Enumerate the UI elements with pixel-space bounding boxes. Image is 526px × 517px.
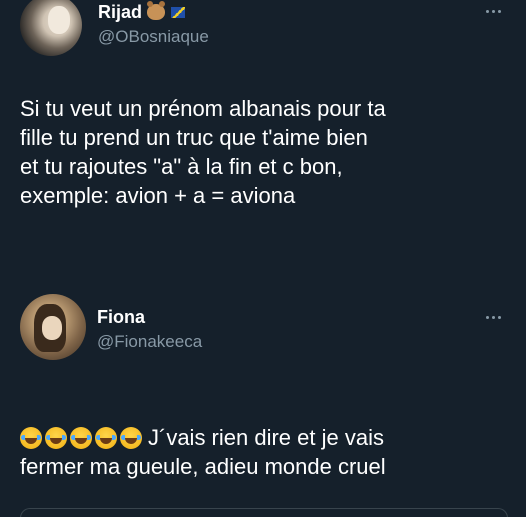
author-row: Fiona [97, 307, 145, 327]
avatar[interactable] [20, 294, 86, 360]
display-name[interactable]: Fiona [97, 307, 145, 327]
avatar[interactable] [20, 0, 82, 56]
tears-of-joy-icon [120, 427, 142, 449]
tweet-fiona[interactable]: Fiona @Fionakeeca J´vais rien dire et je… [0, 282, 526, 517]
bosnia-flag-icon [171, 6, 186, 18]
handle[interactable]: @Fionakeeca [97, 332, 202, 352]
avatar-face [42, 316, 62, 340]
quoted-card-edge [20, 508, 508, 517]
bear-face-icon [147, 1, 166, 20]
tears-of-joy-icon [20, 427, 42, 449]
tweet-text: Si tu veut un prénom albanais pour ta fi… [20, 96, 386, 208]
more-options-icon[interactable] [486, 10, 501, 13]
tweet-text-container: J´vais rien dire et je vais fermer ma gu… [20, 394, 510, 481]
more-options-icon[interactable] [486, 316, 501, 319]
tears-of-joy-icon [45, 427, 67, 449]
avatar-face [48, 6, 70, 34]
author-row: Rijad [98, 1, 186, 22]
tears-of-joy-icon [95, 427, 117, 449]
tweet-rijad[interactable]: Rijad @OBosniaque Si tu veut un prénom a… [0, 0, 526, 280]
emoji-prefix [20, 427, 142, 449]
handle[interactable]: @OBosniaque [98, 27, 209, 47]
display-name[interactable]: Rijad [98, 2, 142, 22]
tears-of-joy-icon [70, 427, 92, 449]
